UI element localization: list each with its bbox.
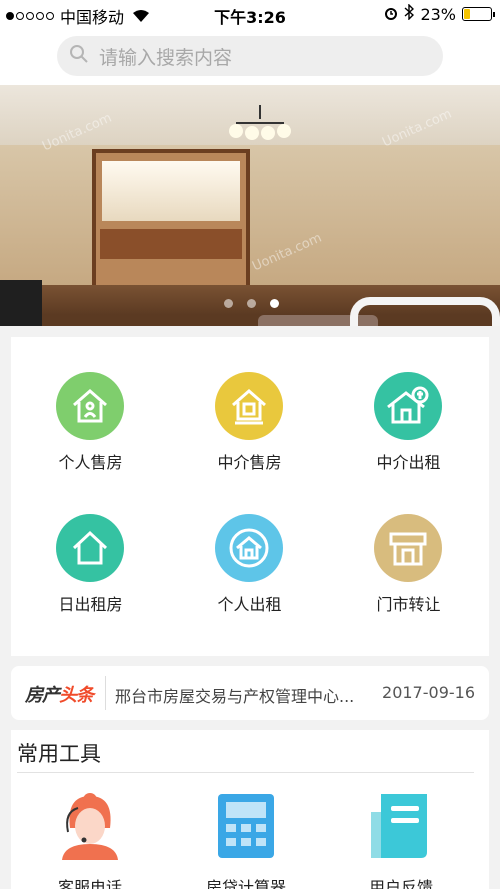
category-label: 个人出租	[217, 595, 282, 614]
category-label: 日出租房	[58, 595, 123, 614]
tv-stand	[0, 280, 42, 326]
tools-section: 常用工具 客服电话 房贷计算器 用户反馈	[11, 730, 489, 889]
section-title: 常用工具	[17, 742, 101, 766]
search-placeholder: 请输入搜索内容	[99, 46, 233, 69]
calculator-icon	[214, 792, 278, 860]
news-headline[interactable]: 邢台市房屋交易与产权管理中心...	[115, 683, 371, 707]
alarm-icon	[384, 5, 398, 24]
house-money-icon	[374, 372, 442, 440]
category-agency-rent[interactable]: 中介出租	[329, 337, 488, 477]
banner-carousel[interactable]: Uonita.com Uonita.com Uonita.com	[0, 85, 500, 326]
treadmill	[350, 297, 500, 326]
tool-label: 客服电话	[57, 878, 122, 889]
divider	[17, 772, 474, 773]
battery-percent: 23%	[420, 4, 456, 24]
category-label: 门市转让	[376, 595, 441, 614]
news-brand-logo: 房产头条	[25, 685, 94, 706]
category-label: 中介售房	[217, 453, 282, 472]
news-date: 2017-09-16	[382, 683, 475, 702]
house-person-icon	[56, 372, 124, 440]
banner-wall	[0, 145, 500, 285]
carousel-dot[interactable]	[247, 299, 256, 308]
storefront-icon	[374, 514, 442, 582]
category-agency-sale[interactable]: 中介售房	[170, 337, 329, 477]
carousel-dot[interactable]	[224, 299, 233, 308]
house-daily-icon	[56, 514, 124, 582]
carousel-indicators	[224, 299, 279, 308]
category-personal-rent[interactable]: 个人出租	[170, 479, 329, 619]
search-input[interactable]: 请输入搜索内容	[57, 36, 443, 76]
search-icon	[69, 44, 99, 68]
carousel-dot-active[interactable]	[270, 299, 279, 308]
search-bar: 请输入搜索内容	[0, 28, 500, 85]
bluetooth-icon	[404, 3, 415, 24]
house-agency-icon	[215, 372, 283, 440]
category-storefront-transfer[interactable]: 门市转让	[329, 479, 488, 619]
banner-window	[92, 149, 250, 289]
tool-mortgage-calculator[interactable]: 房贷计算器	[174, 792, 314, 889]
category-label: 个人售房	[58, 453, 123, 472]
chandelier-icon	[228, 105, 292, 141]
category-label: 中介出租	[376, 453, 441, 472]
battery-icon	[462, 7, 495, 21]
tool-user-feedback[interactable]: 用户反馈	[329, 792, 469, 889]
category-grid: 个人售房 中介售房 中介出租 日出租房 个人出租 门市转让	[11, 337, 489, 656]
house-rent-icon	[215, 514, 283, 582]
category-daily-rent[interactable]: 日出租房	[11, 479, 170, 619]
feedback-icon	[369, 792, 433, 860]
tool-label: 用户反馈	[368, 878, 433, 889]
category-personal-sale[interactable]: 个人售房	[11, 337, 170, 477]
customer-service-icon	[58, 792, 122, 860]
news-ticker[interactable]: 房产头条 邢台市房屋交易与产权管理中心... 2017-09-16	[11, 666, 489, 720]
divider	[105, 676, 106, 710]
status-bar: 中国移动 下午3:26 23%	[0, 0, 500, 28]
tool-label: 房贷计算器	[205, 878, 286, 889]
tool-customer-service[interactable]: 客服电话	[18, 792, 158, 889]
